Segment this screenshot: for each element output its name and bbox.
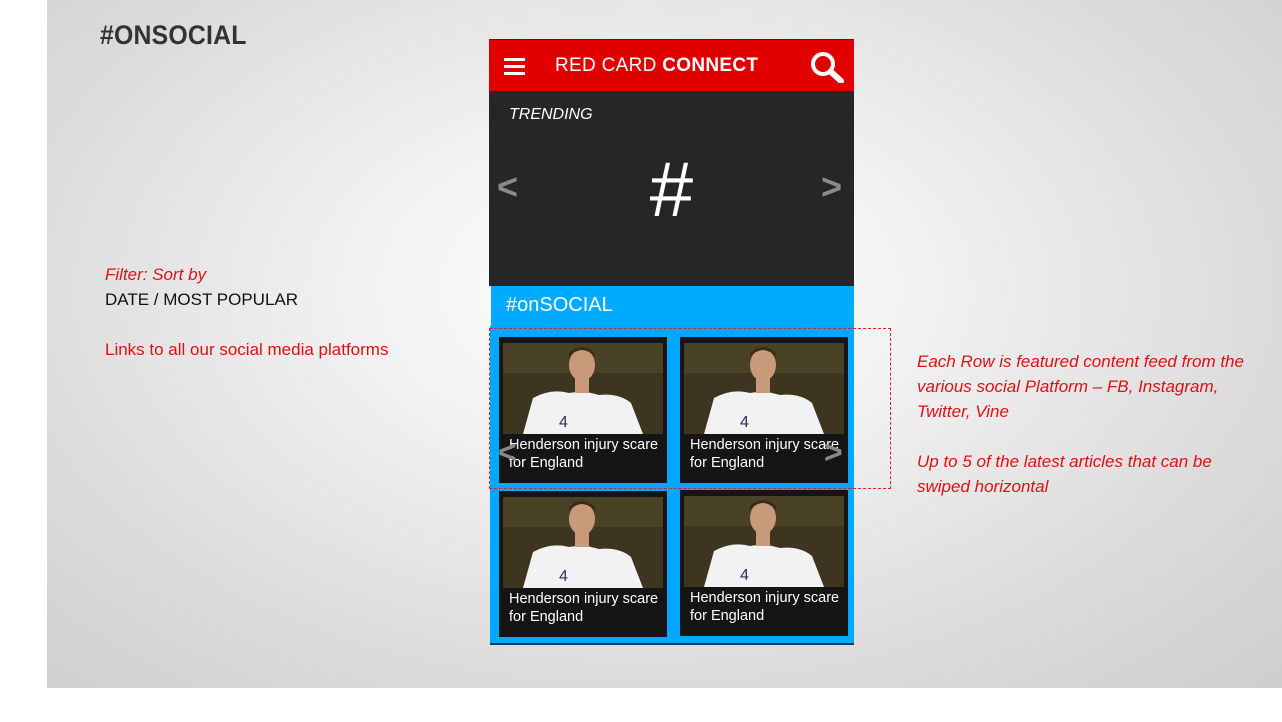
svg-text:4: 4 <box>559 568 568 585</box>
app-title-bold: CONNECT <box>662 55 759 76</box>
row-annotation: Each Row is featured content feed from t… <box>917 349 1267 524</box>
app-title-regular: RED CARD <box>555 55 657 76</box>
player-photo: 4 <box>684 496 844 587</box>
social-card[interactable]: 4 Henderson injury scare for England <box>680 490 848 636</box>
onsocial-title: #onSOCIAL <box>506 294 613 316</box>
app-bar: RED CARD CONNECT <box>489 39 854 92</box>
player-photo: 4 <box>503 497 663 588</box>
filter-label: Filter: Sort by <box>105 265 207 284</box>
trending-carousel[interactable]: TRENDING < # > <box>489 91 854 286</box>
links-note: Links to all our social media platforms <box>105 340 389 359</box>
card-caption: Henderson injury scare for England <box>509 591 659 625</box>
filter-annotation: Filter: Sort by DATE / MOST POPULAR Link… <box>105 262 388 362</box>
onsocial-header: #onSOCIAL <box>491 286 854 326</box>
svg-text:4: 4 <box>740 567 749 584</box>
social-card[interactable]: 4 Henderson injury scare for England <box>499 491 667 637</box>
row-highlight-box <box>489 328 891 489</box>
row-note: Each Row is featured content feed from t… <box>917 352 1244 421</box>
card-caption: Henderson injury scare for England <box>690 590 840 624</box>
search-icon[interactable] <box>810 51 844 83</box>
trending-next-button[interactable]: > <box>821 166 842 208</box>
hamburger-menu-icon[interactable] <box>504 58 525 76</box>
filter-value: DATE / MOST POPULAR <box>105 290 299 309</box>
articles-note: Up to 5 of the latest articles that can … <box>917 452 1212 496</box>
slide-title: #ONSOCIAL <box>100 20 247 50</box>
app-title: RED CARD CONNECT <box>555 55 758 77</box>
trending-label: TRENDING <box>509 106 593 123</box>
trending-hashtag-glyph: # <box>649 145 694 233</box>
